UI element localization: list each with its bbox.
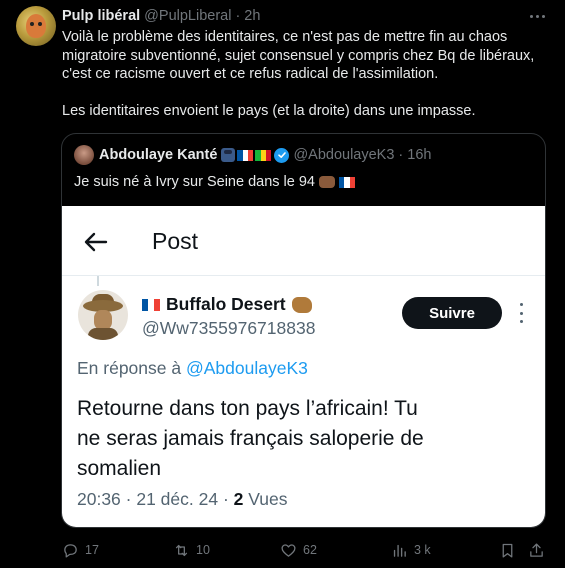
view-count: 3 k [414, 543, 431, 557]
bookmark-button[interactable] [499, 540, 516, 560]
repost-icon [175, 544, 188, 556]
inner-post-text: Retourne dans ton pays l’africain! Tu ne… [77, 397, 424, 480]
inner-post-meta: 20:36 · 21 déc. 24 · 2 Vues [77, 489, 288, 510]
reply-prefix: En réponse à [77, 358, 182, 378]
like-count: 62 [303, 543, 317, 557]
inner-author-name: Buffalo Desert [142, 294, 312, 315]
quote-author-handle[interactable]: @AbdoulayeK3 [293, 147, 394, 163]
tweet[interactable]: Pulp libéral @PulpLiberal · 2h Voilà le … [0, 0, 565, 568]
inner-name-text: Buffalo Desert [166, 294, 286, 314]
meta-views-count: 2 [233, 489, 244, 509]
inner-author-handle: @Ww7355976718838 [142, 318, 316, 338]
name-emojis [221, 148, 272, 162]
share-button[interactable] [528, 540, 545, 560]
mali-flag-emoji [255, 149, 272, 161]
reply-count: 17 [85, 543, 99, 557]
repost-button[interactable]: 10 [173, 540, 210, 560]
divider [62, 275, 545, 276]
more-icon [518, 303, 524, 323]
repost-count: 10 [196, 543, 210, 557]
heart-icon [281, 543, 296, 557]
reply-context: En réponse à @AbdoulayeK3 [77, 358, 308, 379]
views-button[interactable]: 3 k [391, 540, 431, 560]
meta-views-label: Vues [248, 489, 288, 509]
tweet-header: Pulp libéral @PulpLiberal · 2h [62, 6, 260, 26]
like-button[interactable]: 62 [280, 540, 317, 560]
tweet-paragraph: Les identitaires envoient le pays (et la… [62, 102, 476, 119]
reply-icon [64, 543, 77, 558]
follow-button: Suivre [402, 297, 502, 329]
tweet-time[interactable]: 2h [244, 8, 260, 24]
tweet-text: Voilà le problème des identitaires, ce n… [62, 28, 542, 120]
reply-mention: @AbdoulayeK3 [185, 358, 308, 378]
avatar-eye [38, 22, 42, 26]
more-icon[interactable] [526, 8, 548, 24]
views-icon [393, 544, 406, 557]
avatar-face [26, 14, 46, 38]
back-arrow-icon [84, 232, 108, 252]
quote-text-line: Je suis né à Ivry sur Seine dans le 94 [74, 174, 355, 190]
author-name[interactable]: Pulp libéral [62, 8, 140, 24]
quoted-tweet[interactable]: Abdoulaye Kanté @AbdoulayeK3 · 16h Je su… [61, 133, 546, 528]
bull-emoji [291, 296, 312, 313]
separator: · [398, 147, 404, 163]
author-handle[interactable]: @PulpLiberal [144, 8, 231, 24]
meta-date: 20:36 · 21 déc. 24 · [77, 489, 229, 509]
thread-line [97, 276, 99, 286]
quote-header: Abdoulaye Kanté @AbdoulayeK3 · 16h [74, 144, 431, 166]
quote-avatar[interactable] [74, 145, 94, 165]
quote-text: Je suis né à Ivry sur Seine dans le 94 [74, 174, 315, 190]
police-officer-emoji [221, 148, 236, 162]
quote-media-screenshot[interactable]: Post Buffalo Desert @Ww7355976718838 Sui… [62, 206, 545, 527]
separator: · [235, 8, 241, 24]
quote-time[interactable]: 16h [407, 147, 431, 163]
action-bar: 17 10 62 3 k [62, 540, 552, 560]
reply-button[interactable]: 17 [62, 540, 99, 560]
share-icon [530, 542, 543, 557]
hand-emoji [319, 176, 335, 188]
france-flag-emoji [142, 298, 160, 311]
bookmark-icon [502, 543, 513, 558]
post-title: Post [152, 228, 199, 254]
tweet-paragraph: Voilà le problème des identitaires, ce n… [62, 29, 535, 82]
avatar-eye [30, 22, 34, 26]
inner-avatar [78, 290, 128, 340]
quote-author-name[interactable]: Abdoulaye Kanté [99, 147, 217, 163]
verified-badge-icon [274, 147, 290, 163]
author-avatar[interactable] [16, 6, 56, 46]
france-flag-emoji [339, 176, 355, 188]
france-flag-emoji [237, 149, 254, 161]
